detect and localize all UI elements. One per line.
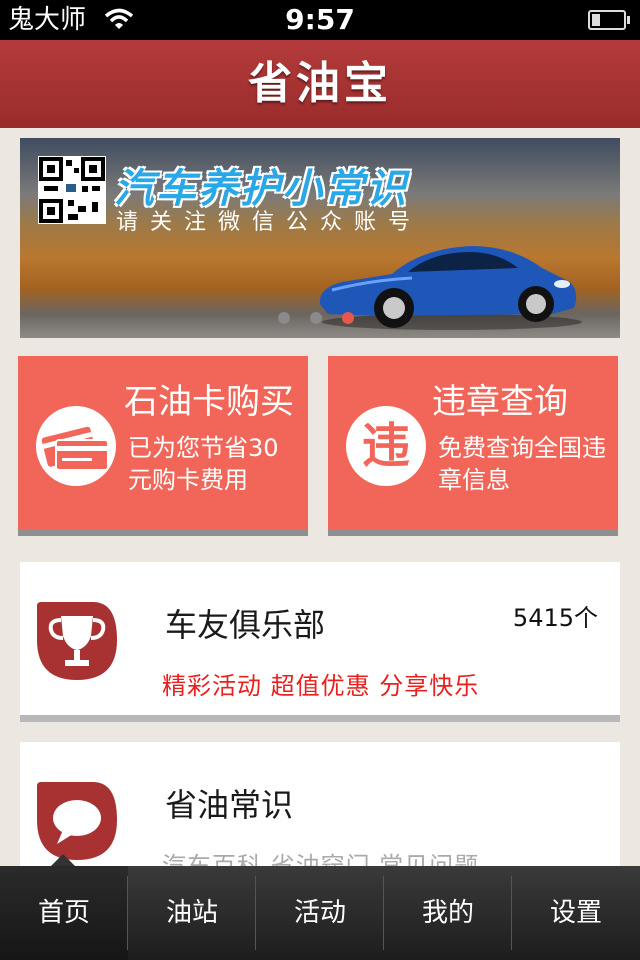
credit-card-icon xyxy=(36,406,116,486)
status-bar: 鬼大师 9:57 xyxy=(0,0,640,40)
tile-description: 已为您节省30元购卡费用 xyxy=(128,434,279,494)
clock: 9:57 xyxy=(285,3,355,36)
tab-settings[interactable]: 设置 xyxy=(512,866,640,960)
fuel-card-purchase-tile[interactable]: 石油卡购买 已为您节省30元购卡费用 xyxy=(18,356,308,536)
carousel-dot[interactable] xyxy=(310,312,322,324)
tab-label: 设置 xyxy=(549,898,602,928)
carousel-indicator[interactable] xyxy=(278,312,368,326)
app-header: 省油宝 xyxy=(0,40,640,128)
promo-banner[interactable]: 汽车养护小常识 请关注微信公众账号 xyxy=(20,138,620,338)
tab-home[interactable]: 首页 xyxy=(0,866,128,960)
tips-title: 省油常识 xyxy=(165,786,294,824)
violation-query-tile[interactable]: 违 违章查询 免费查询全国违章信息 xyxy=(328,356,618,536)
tab-label: 活动 xyxy=(293,898,346,928)
tile-description: 免费查询全国违章信息 xyxy=(438,434,606,494)
carousel-dot-active[interactable] xyxy=(342,312,354,324)
tab-label: 油站 xyxy=(165,898,218,928)
tab-label: 首页 xyxy=(37,898,90,928)
trophy-icon xyxy=(37,600,117,684)
carousel-dot[interactable] xyxy=(278,312,290,324)
bottom-tab-bar: 首页 油站 活动 我的 设置 xyxy=(0,854,640,960)
app-title: 省油宝 xyxy=(248,58,392,109)
qr-code-icon xyxy=(38,156,106,224)
battery-icon xyxy=(588,10,630,30)
tile-title: 违章查询 xyxy=(432,382,568,422)
tile-title: 石油卡购买 xyxy=(124,382,294,422)
chat-bubble-icon xyxy=(37,780,117,864)
violation-icon: 违 xyxy=(346,406,426,486)
tab-label: 我的 xyxy=(421,898,474,928)
club-member-count: 5415个 xyxy=(512,604,598,632)
fuel-tips-panel[interactable]: 省油常识 汽车百科 省油窍门 常见问题 xyxy=(20,742,620,866)
tips-subtitle: 汽车百科 省油窍门 常见问题 xyxy=(162,852,480,866)
violation-icon-text: 违 xyxy=(361,418,410,474)
tab-mine[interactable]: 我的 xyxy=(384,866,512,960)
tab-gas-stations[interactable]: 油站 xyxy=(128,866,256,960)
tab-activities[interactable]: 活动 xyxy=(256,866,384,960)
car-club-panel[interactable]: 车友俱乐部 5415个 精彩活动 超值优惠 分享快乐 xyxy=(20,562,620,722)
club-subtitle: 精彩活动 超值优惠 分享快乐 xyxy=(162,672,480,700)
club-title: 车友俱乐部 xyxy=(165,606,326,644)
banner-subtitle: 请关注微信公众账号 xyxy=(116,210,423,235)
